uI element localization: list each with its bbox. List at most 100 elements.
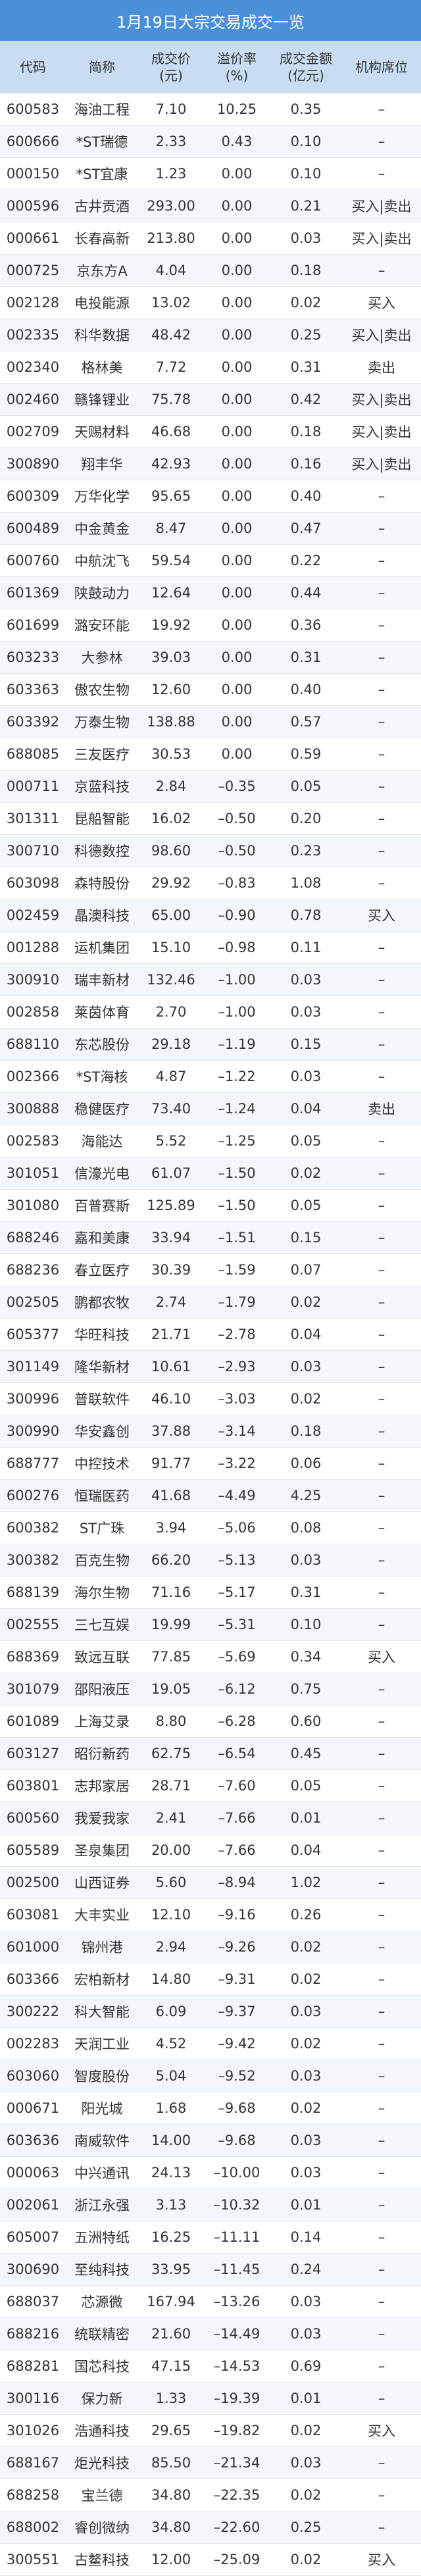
cell-price: 14.80 [151,1971,191,1987]
cell-amount: 0.03 [290,1359,322,1375]
cell-price: 77.85 [151,1649,191,1665]
table-row: 688167 炬光科技 85.50 –21.34 0.03 – [0,2447,421,2479]
cell-seat: – [378,714,385,730]
header-name: 简称 [89,59,115,75]
cell-code: 301079 [6,1681,60,1697]
cell-price: 29.18 [151,1036,191,1052]
cell-seat: – [378,2100,385,2116]
cell-premium: 0.00 [221,746,253,762]
cell-price: 62.75 [151,1746,191,1761]
cell-amount: 0.08 [290,1520,322,1536]
cell-seat: – [378,2261,385,2277]
table-row: 002555 三七互娱 19.99 –5.31 0.10 – [0,1609,421,1641]
cell-amount: 0.40 [290,488,322,504]
cell-price: 10.61 [151,1359,191,1375]
cell-price: 12.10 [151,1907,191,1923]
cell-price: 2.70 [155,1004,187,1020]
cell-seat: – [378,166,385,182]
cell-code: 002505 [6,1294,60,1310]
cell-seat: – [378,1230,385,1246]
cell-code: 300996 [6,1391,60,1407]
cell-amount: 0.02 [290,1939,322,1955]
cell-amount: 0.03 [290,2133,322,2148]
cell-seat: – [378,2165,385,2181]
cell-code: 688777 [6,1455,60,1471]
cell-name: 莱茵体育 [74,1005,130,1021]
cell-name: 古鳌科技 [74,2552,130,2568]
cell-premium: –9.26 [218,1939,256,1955]
cell-code: 300910 [6,972,60,988]
cell-code: 600583 [6,101,60,117]
cell-seat: – [378,1165,385,1181]
cell-price: 41.68 [151,1488,191,1503]
table-row: 300890 翔丰华 42.93 0.00 0.16 买入|卖出 [0,448,421,480]
cell-name: 五洲特纸 [74,2230,130,2246]
cell-code: 603081 [6,1907,60,1923]
cell-premium: –3.03 [218,1391,256,1407]
cell-premium: –5.31 [218,1617,256,1632]
cell-amount: 0.22 [290,553,322,568]
cell-amount: 0.05 [290,1133,322,1149]
cell-amount: 0.78 [290,907,322,923]
table-row: 603366 宏柏新材 14.80 –9.31 0.02 – [0,1963,421,1996]
cell-price: 24.13 [151,2165,191,2181]
table-body: 600583 海油工程 7.10 10.25 0.35 – 600666 *ST瑞德 2.33 0… [0,93,421,2576]
cell-seat: – [378,1359,385,1375]
table-row: 601000 锦州港 2.94 –9.26 0.02 – [0,1931,421,1963]
table-row: 688258 宝兰德 34.80 –22.35 0.02 – [0,2479,421,2512]
table-row: 300382 百克生物 66.20 –5.13 0.03 – [0,1544,421,1577]
cell-premium: –9.31 [218,1971,256,1987]
cell-amount: 0.04 [290,1326,322,1342]
cell-amount: 0.36 [290,617,322,633]
table-row: 002335 科华数据 48.42 0.00 0.25 买入|卖出 [0,319,421,351]
table-row: 002709 天赐材料 46.68 0.00 0.18 买入|卖出 [0,416,421,448]
cell-premium: –1.79 [218,1294,256,1310]
cell-code: 605589 [6,1842,60,1858]
cell-premium: 10.25 [216,101,257,117]
cell-premium: –11.11 [213,2229,260,2245]
table-row: 600382 ST广珠 3.94 –5.06 0.08 – [0,1512,421,1544]
cell-premium: –5.69 [218,1649,256,1665]
cell-premium: –1.24 [218,1101,256,1117]
cell-premium: 0.00 [221,166,253,182]
cell-seat: – [378,1584,385,1600]
cell-premium: –0.98 [218,940,256,955]
cell-amount: 0.69 [290,2358,322,2374]
cell-price: 71.16 [151,1584,191,1600]
cell-price: 1.23 [155,166,187,182]
cell-seat: – [378,2133,385,2148]
cell-name: 科德数控 [74,844,130,859]
table-row: 603801 志邦家居 28.71 –7.60 0.05 – [0,1770,421,1802]
cell-code: 688258 [6,2487,60,2503]
cell-premium: –7.66 [218,1842,256,1858]
cell-amount: 0.44 [290,585,322,601]
cell-premium: 0.00 [221,520,253,536]
cell-code: 603098 [6,875,60,891]
cell-seat: – [378,2229,385,2245]
cell-seat: 买入|卖出 [351,457,412,472]
cell-name: 三友医疗 [74,747,130,763]
cell-price: 46.10 [151,1391,191,1407]
cell-code: 688246 [6,1230,60,1246]
cell-amount: 0.02 [290,295,322,311]
cell-seat: 买入 [368,2552,395,2568]
cell-name: 嘉和美康 [74,1230,130,1246]
cell-premium: –1.50 [218,1165,256,1181]
table-row: 300990 华安鑫创 37.88 –3.14 0.18 – [0,1415,421,1448]
cell-name: 智度股份 [74,2069,130,2084]
cell-amount: 0.03 [290,1069,322,1084]
cell-seat: 卖出 [368,1101,395,1117]
cell-code: 002858 [6,1004,60,1020]
cell-premium: –0.90 [218,907,256,923]
cell-price: 5.52 [155,1133,187,1149]
cell-premium: –1.51 [218,1230,256,1246]
cell-premium: –9.42 [218,2036,256,2052]
table-row: 603060 智度股份 5.04 –9.52 0.03 – [0,2060,421,2092]
cell-amount: 0.02 [290,1971,322,1987]
cell-amount: 0.02 [290,2100,322,2116]
table-row: 000711 京蓝科技 2.84 –0.35 0.05 – [0,770,421,803]
header-amount: 成交金额 (亿元) [270,50,342,84]
cell-name: 大参林 [81,650,123,666]
cell-name: 晶澳科技 [74,908,130,924]
cell-code: 002340 [6,359,60,375]
